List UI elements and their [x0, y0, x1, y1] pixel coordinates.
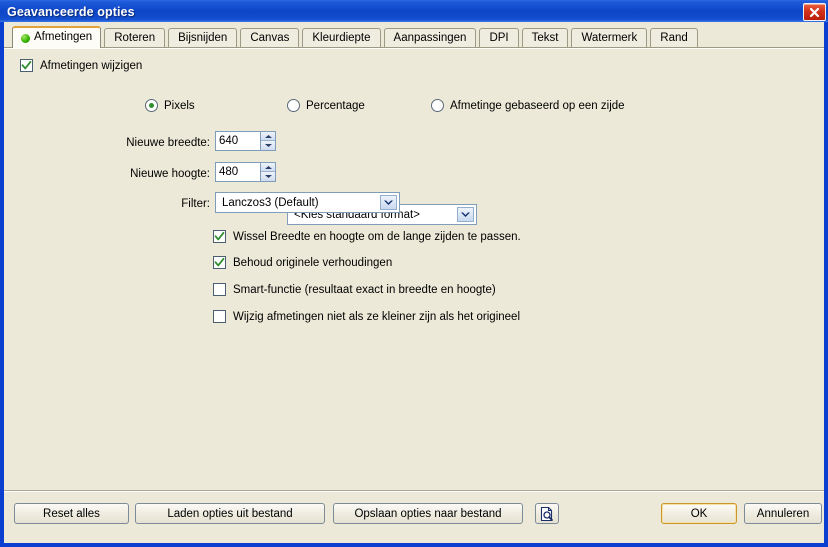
dialog-footer: Reset alles Laden opties uit bestand Ops… — [4, 490, 824, 533]
radio-one-side-label: Afmetinge gebaseerd op een zijde — [450, 99, 625, 112]
tab-label: Watermerk — [581, 31, 638, 44]
tab-label: Tekst — [531, 31, 559, 44]
radio-unselected-icon — [431, 99, 444, 112]
ok-button[interactable]: OK — [661, 503, 737, 524]
radio-one-side[interactable]: Afmetinge gebaseerd op een zijde — [431, 99, 625, 112]
width-spinner[interactable] — [215, 131, 276, 151]
document-preview-icon — [539, 506, 555, 522]
radio-selected-icon — [145, 99, 158, 112]
radio-pixels-label: Pixels — [164, 99, 195, 112]
tab-rand[interactable]: Rand — [650, 28, 698, 48]
checkbox-unchecked-icon — [213, 283, 226, 296]
height-spinner[interactable] — [215, 162, 276, 182]
width-input[interactable] — [215, 131, 261, 151]
tab-kleurdiepte[interactable]: Kleurdiepte — [302, 28, 381, 48]
save-options-button[interactable]: Opslaan opties naar bestand — [333, 503, 523, 524]
option-no-upscale-checkbox[interactable]: Wijzig afmetingen niet als ze kleiner zi… — [213, 310, 520, 323]
filter-label: Filter: — [181, 198, 210, 210]
radio-unselected-icon — [287, 99, 300, 112]
spinner-up-icon[interactable] — [261, 132, 275, 141]
filter-value: Lanczos3 (Default) — [222, 196, 319, 209]
tab-bijsnijden[interactable]: Bijsnijden — [168, 28, 238, 48]
advanced-options-dialog: Geavanceerde opties Afmetingen Roteren B… — [0, 0, 828, 547]
tab-canvas[interactable]: Canvas — [240, 28, 300, 48]
tab-aanpassingen[interactable]: Aanpassingen — [383, 28, 477, 48]
option-smart-function-label: Smart-functie (resultaat exact in breedt… — [233, 283, 496, 296]
enable-resize-checkbox[interactable]: Afmetingen wijzigen — [20, 59, 142, 72]
tab-tekst[interactable]: Tekst — [521, 28, 569, 48]
green-dot-icon — [21, 33, 30, 43]
enable-resize-label: Afmetingen wijzigen — [40, 59, 143, 72]
tab-label: DPI — [489, 31, 509, 44]
close-button[interactable] — [803, 3, 826, 21]
height-spinner-buttons[interactable] — [261, 162, 276, 182]
chevron-down-icon[interactable] — [457, 207, 474, 222]
checkbox-checked-icon — [213, 230, 226, 243]
title-bar: Geavanceerde opties — [0, 0, 828, 22]
tab-label: Rand — [660, 31, 688, 44]
close-x-icon — [809, 7, 820, 18]
checkbox-unchecked-icon — [213, 310, 226, 323]
spinner-up-icon[interactable] — [261, 163, 275, 172]
width-spinner-buttons[interactable] — [261, 131, 276, 151]
option-swap-dimensions-label: Wissel Breedte en hoogte om de lange zij… — [233, 230, 521, 243]
spinner-down-icon[interactable] — [261, 141, 275, 150]
window-title: Geavanceerde opties — [7, 4, 135, 19]
tab-label: Kleurdiepte — [312, 31, 371, 44]
tab-strip: Afmetingen Roteren Bijsnijden Canvas Kle… — [4, 26, 824, 49]
width-label: Nieuwe breedte: — [126, 137, 210, 149]
cancel-button[interactable]: Annuleren — [744, 503, 822, 524]
radio-pixels[interactable]: Pixels — [145, 99, 195, 112]
tab-label: Aanpassingen — [393, 31, 467, 44]
tab-dpi[interactable]: DPI — [479, 28, 519, 48]
tab-label: Afmetingen — [34, 31, 93, 44]
tab-label: Canvas — [250, 31, 290, 44]
option-no-upscale-label: Wijzig afmetingen niet als ze kleiner zi… — [233, 310, 521, 323]
radio-percentage-label: Percentage — [306, 99, 365, 112]
tab-afmetingen[interactable]: Afmetingen — [12, 26, 102, 49]
tab-label: Bijsnijden — [178, 31, 228, 44]
option-keep-ratio-label: Behoud originele verhoudingen — [233, 256, 393, 269]
tab-watermerk[interactable]: Watermerk — [571, 28, 648, 48]
tab-label: Roteren — [114, 31, 156, 44]
checkbox-checked-icon — [20, 59, 33, 72]
radio-percentage[interactable]: Percentage — [287, 99, 365, 112]
afmetingen-panel: Afmetingen wijzigen Pixels Percentage Af… — [4, 48, 824, 491]
height-label: Nieuwe hoogte: — [130, 168, 210, 180]
checkbox-checked-icon — [213, 256, 226, 269]
chevron-down-icon[interactable] — [380, 195, 397, 210]
preview-button[interactable] — [535, 503, 559, 524]
spinner-down-icon[interactable] — [261, 172, 275, 181]
option-smart-function-checkbox[interactable]: Smart-functie (resultaat exact in breedt… — [213, 283, 496, 296]
height-input[interactable] — [215, 162, 261, 182]
option-swap-dimensions-checkbox[interactable]: Wissel Breedte en hoogte om de lange zij… — [213, 230, 521, 243]
option-keep-ratio-checkbox[interactable]: Behoud originele verhoudingen — [213, 256, 392, 269]
reset-all-button[interactable]: Reset alles — [14, 503, 129, 524]
load-options-button[interactable]: Laden opties uit bestand — [135, 503, 325, 524]
tab-roteren[interactable]: Roteren — [104, 28, 166, 48]
filter-dropdown[interactable]: Lanczos3 (Default) — [215, 192, 400, 213]
